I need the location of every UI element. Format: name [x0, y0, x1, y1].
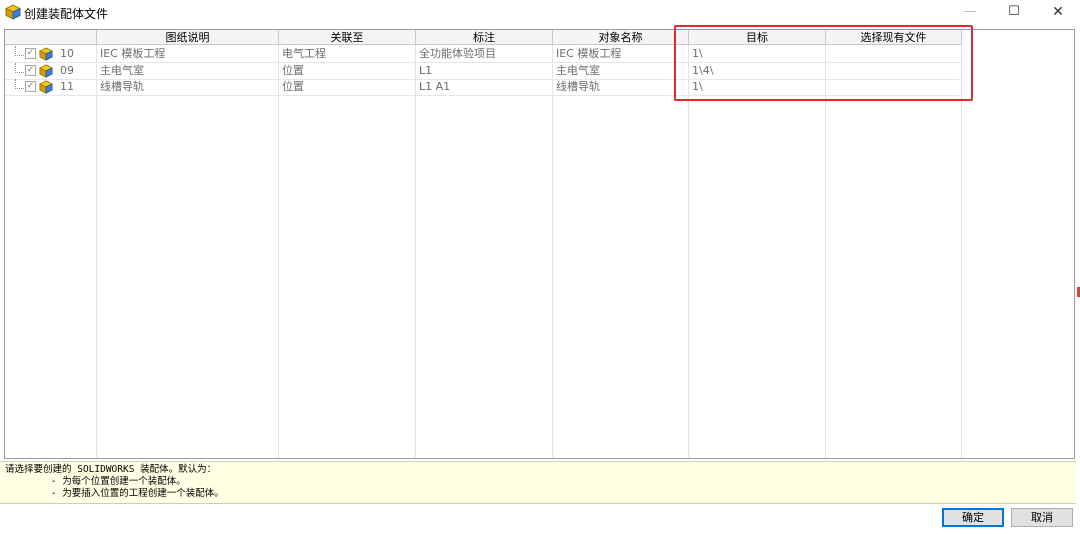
- row-number: 10: [60, 47, 74, 60]
- column-divider: [278, 45, 279, 458]
- row-checkbox[interactable]: ✓: [25, 48, 36, 59]
- cell-object-name[interactable]: 主电气室: [553, 63, 689, 79]
- row-checkbox[interactable]: ✓: [25, 81, 36, 92]
- row-checkbox[interactable]: ✓: [25, 65, 36, 76]
- assembly-icon: [5, 4, 21, 20]
- maximize-button[interactable]: ☐: [992, 0, 1036, 24]
- header-object-name[interactable]: 对象名称: [553, 30, 689, 45]
- cell-mark[interactable]: L1 A1: [416, 79, 553, 95]
- minimize-button[interactable]: —: [948, 0, 992, 24]
- cell-linked-to[interactable]: 电气工程: [279, 46, 416, 62]
- header-linked-to[interactable]: 关联至: [279, 30, 416, 45]
- header-description[interactable]: 图纸说明: [97, 30, 279, 45]
- column-divider: [552, 45, 553, 458]
- info-line: - 为要插入位置的工程创建一个装配体。: [5, 488, 224, 499]
- assembly-icon: [39, 47, 53, 61]
- assembly-icon: [39, 64, 53, 78]
- window-title: 创建装配体文件: [24, 7, 109, 21]
- cell-linked-to[interactable]: 位置: [279, 79, 416, 95]
- cell-description[interactable]: 主电气室: [97, 63, 279, 79]
- info-panel: 请选择要创建的 SOLIDWORKS 装配体。默认为： - 为每个位置创建一个装…: [0, 461, 1076, 504]
- column-divider: [96, 45, 97, 458]
- cell-description[interactable]: IEC 模板工程: [97, 46, 279, 62]
- assembly-icon: [39, 80, 53, 94]
- ok-button[interactable]: 确定: [942, 508, 1004, 527]
- column-divider: [688, 45, 689, 458]
- info-line: 请选择要创建的 SOLIDWORKS 装配体。默认为：: [5, 464, 217, 475]
- row-number: 09: [60, 64, 74, 77]
- cancel-button[interactable]: 取消: [1011, 508, 1073, 527]
- column-divider: [961, 45, 962, 458]
- cell-linked-to[interactable]: 位置: [279, 63, 416, 79]
- header-select: [5, 30, 97, 45]
- column-divider: [825, 45, 826, 458]
- cell-mark[interactable]: 全功能体验项目: [416, 46, 553, 62]
- row-number: 11: [60, 80, 74, 93]
- column-divider: [415, 45, 416, 458]
- highlight-box: [674, 25, 973, 101]
- cell-object-name[interactable]: IEC 模板工程: [553, 46, 689, 62]
- cell-object-name[interactable]: 线槽导轨: [553, 79, 689, 95]
- cell-description[interactable]: 线槽导轨: [97, 79, 279, 95]
- close-button[interactable]: ✕: [1036, 0, 1080, 24]
- cell-mark[interactable]: L1: [416, 63, 553, 79]
- title-bar: 创建装配体文件 — ☐ ✕: [0, 0, 1080, 24]
- header-mark[interactable]: 标注: [416, 30, 553, 45]
- info-line: - 为每个位置创建一个装配体。: [5, 476, 186, 487]
